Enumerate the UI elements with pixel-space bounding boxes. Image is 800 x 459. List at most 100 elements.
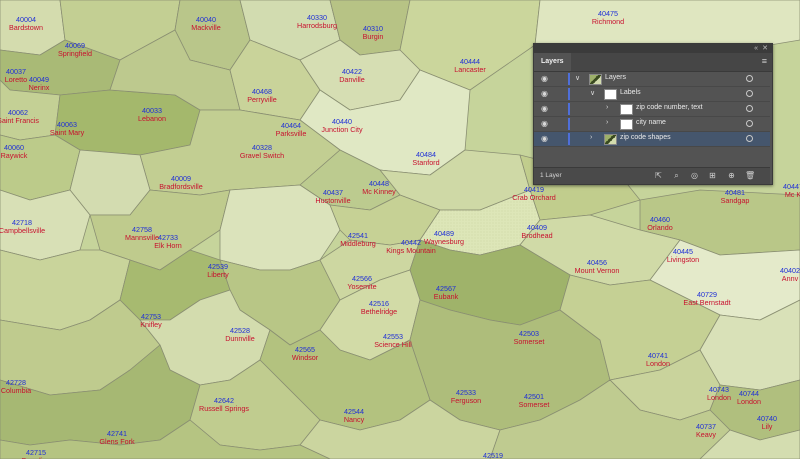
target-circle-icon[interactable] [746,120,753,127]
map-label: 40049Nerinx [29,75,50,92]
city-name-label: Lily [762,422,773,431]
new-sublayer-icon[interactable]: ⊞ [708,171,717,180]
map-label: 42565Windsor [292,345,319,362]
expand-chevron-right-icon[interactable]: › [606,104,608,111]
map-label: 40484Stanford [412,150,439,167]
city-name-label: London [707,393,731,402]
expand-chevron-right-icon[interactable]: › [590,134,592,141]
expand-chevron-right-icon[interactable]: › [606,119,608,126]
city-name-label: Ferguson [451,396,481,405]
map-label: 40447Mc K [783,182,800,199]
map-label: 40744London [737,389,761,406]
city-name-label: Somerset [514,337,545,346]
layer-name[interactable]: zip code number, text [636,104,703,111]
layer-color-bar [568,88,570,100]
city-name-label: Saint Francis [0,116,39,125]
visibility-eye-icon[interactable]: ◉ [541,89,553,98]
city-name-label: London [737,397,761,406]
map-label: 40037Loretto [5,67,27,84]
map-label: 40422Danville [339,67,365,84]
close-icon[interactable]: ✕ [762,44,768,53]
city-name-label: Mc Kinney [362,187,396,196]
layer-row-labels[interactable]: ◉ ∨ Labels [534,87,770,102]
map-label: 40060Raywick [1,143,28,160]
visibility-eye-icon[interactable]: ◉ [541,104,553,113]
city-name-label: Mount Vernon [575,266,620,275]
city-name-label: Yosemite [347,282,376,291]
layer-color-bar [568,73,570,85]
target-circle-icon[interactable] [746,90,753,97]
map-label: 40737Keavy [696,422,716,439]
layer-name[interactable]: Labels [620,89,641,96]
search-icon[interactable]: ⌕ [672,171,681,180]
city-name-label: Elk Horn [154,241,182,250]
city-name-label: Eubank [434,292,459,301]
panel-footer: 1 Layer ⇱ ⌕ ◎ ⊞ ⊕ 🗑 [534,167,770,184]
map-label: 42519 [483,451,503,459]
visibility-eye-icon[interactable]: ◉ [541,119,553,128]
layer-row-layers[interactable]: ◉ ∨ Layers [534,72,770,87]
city-name-label: Windsor [292,353,319,362]
city-name-label: Campbellsville [0,226,45,235]
map-label: 40743London [707,385,731,402]
clipping-mask-icon[interactable]: ◎ [690,171,699,180]
city-name-label: Loretto [5,75,27,84]
map-label: 42567Eubank [434,284,459,301]
city-name-label: Dunnville [225,334,255,343]
map-label: 40460Orlando [647,215,673,232]
city-name-label: London [646,359,670,368]
target-circle-icon[interactable] [746,75,753,82]
city-name-label: Mackville [191,23,221,32]
trash-icon[interactable]: 🗑 [745,171,755,180]
city-name-label: Harrodsburg [297,21,337,30]
layer-count: 1 Layer [540,172,562,179]
city-name-label: Richmond [592,17,624,26]
city-name-label: Saint Mary [50,128,85,137]
map-label: 42753Knifley [140,312,162,329]
city-name-label: Gravel Switch [240,151,284,160]
layer-thumbnail [604,134,617,145]
city-name-label: Bradfordsville [159,182,203,191]
layer-color-bar [568,118,570,130]
expand-chevron-down-icon[interactable]: ∨ [590,89,595,97]
tab-layers[interactable]: Layers [534,53,571,71]
layer-row-city-name[interactable]: ◉ › city name [534,117,770,132]
city-name-label: Bardstown [9,23,43,32]
layer-name[interactable]: Layers [605,74,626,81]
layer-row-zip-code-shapes[interactable]: ◉ › zip code shapes [534,132,770,147]
export-icon[interactable]: ⇱ [654,171,663,180]
panel-title-bar[interactable]: « ✕ [534,44,772,53]
target-circle-icon[interactable] [746,105,753,112]
layer-row-zip-code-number-text[interactable]: ◉ › zip code number, text [534,102,770,117]
map-label: 40402Annv [780,266,800,283]
map-label: 42544Nancy [344,407,365,424]
city-name-label: Lebanon [138,114,166,123]
layer-name[interactable]: city name [636,119,666,126]
city-name-label: Glens Fork [99,437,135,446]
city-name-label: Stanford [412,158,439,167]
city-name-label: Nerinx [29,83,50,92]
city-name-label: East Bernstadt [683,298,730,307]
layer-color-bar [568,103,570,115]
city-name-label: Orlando [647,223,673,232]
layer-name[interactable]: zip code shapes [620,134,671,141]
city-name-label: Springfield [58,49,92,58]
city-name-label: Perryville [247,95,277,104]
new-layer-icon[interactable]: ⊕ [727,171,736,180]
visibility-eye-icon[interactable]: ◉ [541,74,553,83]
city-name-label: Mc K [785,190,800,199]
map-label: 42733Elk Horn [154,233,182,250]
city-name-label: Kings Mountain [386,246,436,255]
panel-menu-icon[interactable]: ≡ [762,56,767,66]
visibility-eye-icon[interactable]: ◉ [541,134,553,143]
collapse-icon[interactable]: « [754,44,758,53]
city-name-label: Bethelridge [361,307,397,316]
target-circle-icon[interactable] [746,135,753,142]
city-name-label: Parksville [276,129,307,138]
map-label: 40741London [646,351,670,368]
city-name-label: Crab Orchard [512,193,556,202]
city-name-label: Russell Springs [199,404,249,413]
city-name-label: Science Hill [374,340,412,349]
expand-chevron-down-icon[interactable]: ∨ [575,74,580,82]
layer-thumbnail [604,89,617,100]
